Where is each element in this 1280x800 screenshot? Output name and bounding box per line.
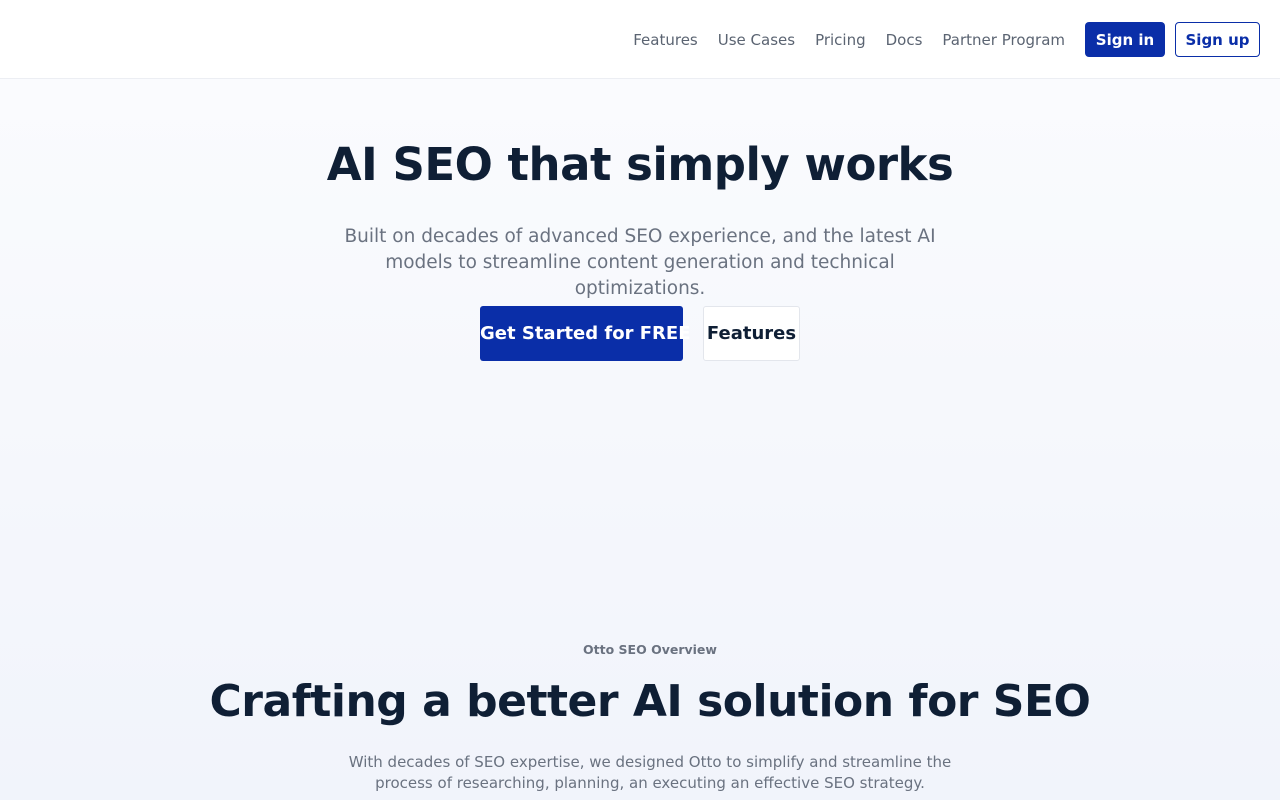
nav-link-pricing[interactable]: Pricing [815, 31, 866, 49]
overview-eyebrow: Otto SEO Overview [583, 642, 717, 657]
sign-up-button[interactable]: Sign up [1175, 22, 1260, 57]
sign-in-button[interactable]: Sign in [1085, 22, 1165, 57]
hero-subtitle: Built on decades of advanced SEO experie… [344, 226, 936, 299]
features-button[interactable]: Features [703, 306, 800, 361]
main-nav: Features Use Cases Pricing Docs Partner … [633, 0, 1260, 79]
overview-subtitle: With decades of SEO expertise, we design… [348, 753, 952, 792]
nav-link-partner-program[interactable]: Partner Program [942, 31, 1065, 49]
hero-title: AI SEO that simply works [326, 138, 954, 191]
get-started-button[interactable]: Get Started for FREE [480, 306, 691, 361]
overview-title: Crafting a better AI solution for SEO [209, 676, 1091, 727]
nav-link-features[interactable]: Features [633, 31, 698, 49]
nav-link-use-cases[interactable]: Use Cases [718, 31, 795, 49]
hero-actions: Get Started for FREE Features [0, 306, 1280, 361]
site-header: Features Use Cases Pricing Docs Partner … [0, 0, 1280, 79]
nav-link-docs[interactable]: Docs [886, 31, 923, 49]
